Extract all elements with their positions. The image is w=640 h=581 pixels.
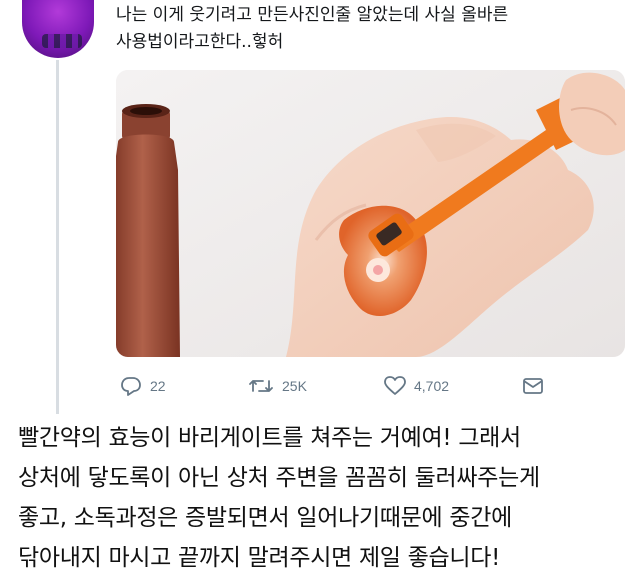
tweet-text: 나는 이게 웃기려고 만든사진인줄 알았는데 사실 올바른 사용법이라고한다..… bbox=[116, 5, 509, 52]
share-button[interactable] bbox=[522, 374, 544, 398]
retweet-button[interactable]: 25K bbox=[248, 374, 307, 398]
retweet-icon bbox=[249, 380, 273, 392]
reply-icon bbox=[121, 377, 141, 396]
tweet-actions: 22 25K 4,702 bbox=[116, 374, 625, 398]
like-button[interactable]: 4,702 bbox=[384, 374, 449, 398]
share-icon bbox=[523, 378, 543, 394]
retweet-count: 25K bbox=[282, 378, 307, 394]
hand-applying-iodine-photo bbox=[116, 70, 625, 357]
like-icon bbox=[384, 376, 406, 395]
reply-button[interactable]: 22 bbox=[120, 374, 166, 398]
avatar[interactable] bbox=[22, 0, 94, 58]
caption-text: 빨간약의 효능이 바리게이트를 쳐주는 거예여! 그래서 상처에 닿도록이 아닌… bbox=[18, 425, 540, 571]
like-count: 4,702 bbox=[414, 378, 450, 394]
reply-count: 22 bbox=[150, 378, 166, 394]
tweet-image[interactable] bbox=[116, 70, 625, 357]
thread-line bbox=[56, 60, 59, 414]
